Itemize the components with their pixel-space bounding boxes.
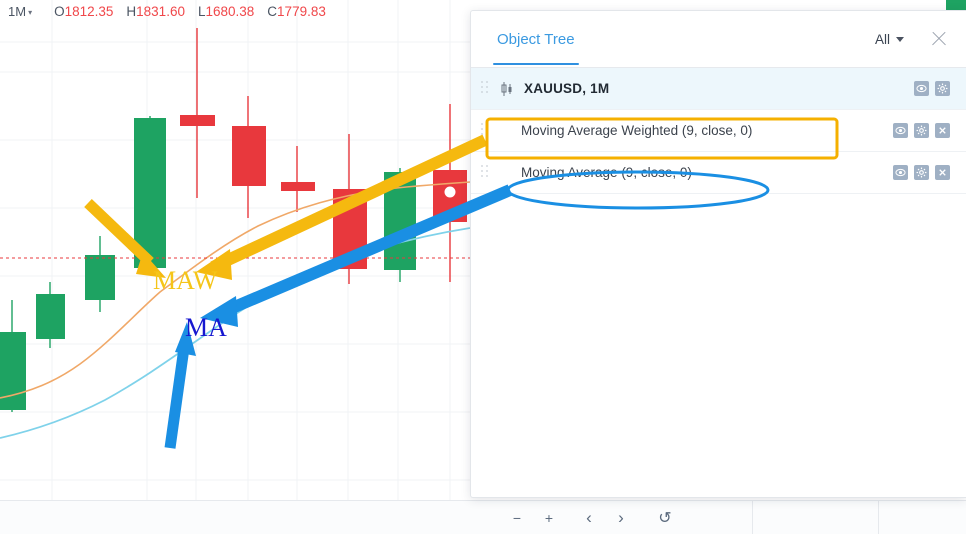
gear-icon[interactable] [935,81,950,96]
gear-icon[interactable] [914,123,929,138]
chevron-down-icon [896,36,904,42]
candlestick-icon [499,81,515,97]
bottom-toolbar: − + ‹ › ↺ [0,500,966,534]
scroll-right-button[interactable]: › [609,506,633,530]
ohlc-open-letter: O [54,3,65,19]
close-panel-button[interactable] [930,30,948,48]
ohlc-high: H1831.60 [126,4,185,19]
tree-row-ma-weighted[interactable]: Moving Average Weighted (9, close, 0) [471,110,966,152]
drag-handle-icon[interactable] [481,80,491,97]
zoom-out-button[interactable]: − [505,506,529,530]
panel-header: Object Tree All [471,11,966,68]
filter-dropdown[interactable]: All [875,32,904,47]
timeframe-selector[interactable]: 1M ▾ [8,4,32,19]
ohlc-close-letter: C [267,3,278,19]
reset-button[interactable]: ↺ [653,506,677,530]
eye-icon[interactable] [914,81,929,96]
close-icon[interactable] [935,123,950,138]
drag-handle-icon[interactable] [481,122,491,139]
drag-handle-icon[interactable] [481,164,491,181]
ohlc-close: C1779.83 [267,4,326,19]
tree-row-symbol[interactable]: XAUUSD, 1M [471,68,966,110]
tree-row-label: XAUUSD, 1M [524,81,610,96]
ohlc-open: O1812.35 [54,4,113,19]
object-tree-list: XAUUSD, 1M Moving Average Weighted (9, c… [471,68,966,497]
zoom-in-button[interactable]: + [537,506,561,530]
eye-icon[interactable] [893,123,908,138]
tree-row-label: Moving Average Weighted (9, close, 0) [521,123,753,138]
row-actions [893,123,950,138]
object-tree-panel: Object Tree All XAUUSD, 1M Moving Averag… [470,10,966,498]
ohlc-low-value: 1680.38 [205,3,255,19]
gear-icon[interactable] [914,165,929,180]
ohlc-close-value: 1779.83 [277,3,326,19]
row-actions [893,165,950,180]
ohlc-legend: 1M ▾ O1812.35 H1831.60 L1680.38 C1779.83 [0,0,470,22]
trading-chart-window: 1M ▾ O1812.35 H1831.60 L1680.38 C1779.83 [0,0,966,534]
tree-row-ma[interactable]: Moving Average (9, close, 0) [471,152,966,194]
ohlc-high-value: 1831.60 [136,3,185,19]
scroll-left-button[interactable]: ‹ [577,506,601,530]
toolbar-divider [752,501,753,534]
close-icon[interactable] [935,165,950,180]
timeframe-label: 1M [8,3,27,19]
tab-object-tree[interactable]: Object Tree [493,31,579,65]
toolbar-divider [878,501,879,534]
filter-label: All [874,31,890,47]
ohlc-high-letter: H [126,3,137,19]
candlestick-series [0,28,467,412]
ohlc-low: L1680.38 [198,4,254,19]
chevron-down-icon: ▾ [28,7,33,17]
tree-row-label: Moving Average (9, close, 0) [521,165,692,180]
eye-icon[interactable] [893,165,908,180]
row-actions [914,81,950,96]
ohlc-open-value: 1812.35 [64,3,114,19]
